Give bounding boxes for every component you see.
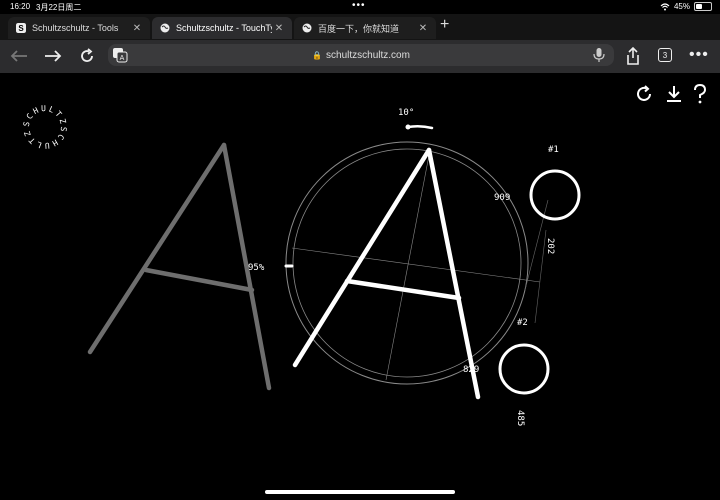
back-arrow-icon[interactable]	[8, 45, 30, 67]
scale-label: 95%	[248, 263, 265, 273]
tab-bar: S Schultzschultz - Tools ✕ Schultzschult…	[0, 14, 720, 40]
tab-label: Schultzschultz - Tools	[32, 23, 119, 33]
help-icon[interactable]	[690, 84, 710, 104]
s-favicon-icon: S	[16, 23, 26, 33]
globe-icon	[160, 23, 170, 33]
value-label-202: 202	[545, 238, 555, 254]
battery-fill	[696, 4, 703, 9]
value-label-829: 829	[463, 365, 479, 375]
status-bar: 16:20 3月22日周二 ••• 45%	[0, 0, 720, 14]
tab-baidu[interactable]: 百度一下，你就知道 ✕	[294, 17, 436, 39]
handle-1[interactable]	[529, 169, 581, 221]
schultz-logo[interactable]: SCHULTZSCHULTZ	[22, 104, 68, 150]
logo-text: SCHULTZSCHULTZ	[22, 104, 66, 150]
value-label-485: 485	[515, 410, 525, 426]
tab-label: 百度一下，你就知道	[318, 23, 400, 34]
forward-arrow-icon[interactable]	[42, 45, 64, 67]
home-indicator[interactable]	[265, 490, 455, 494]
translate-icon[interactable]: A	[112, 47, 128, 63]
microphone-icon[interactable]	[592, 47, 606, 63]
new-tab-plus-icon[interactable]: +	[440, 16, 449, 34]
svg-text:SCHULTZSCHULTZ: SCHULTZSCHULTZ	[22, 104, 68, 150]
lock-icon: 🔒	[312, 50, 323, 60]
wifi-icon	[660, 2, 670, 10]
battery-icon	[694, 2, 712, 11]
handle-2[interactable]	[498, 343, 550, 395]
rotation-label: 10°	[398, 108, 414, 118]
value-label-909: 909	[494, 193, 510, 203]
rotation-guide	[285, 141, 549, 385]
close-icon[interactable]: ✕	[272, 23, 286, 34]
reload-icon[interactable]	[76, 45, 98, 67]
tab-label: Schultzschultz - TouchTy	[176, 23, 272, 33]
status-date: 3月22日周二	[36, 3, 82, 12]
svg-text:A: A	[120, 55, 125, 62]
address-bar[interactable]: 🔒 schultzschultz.com	[108, 44, 614, 66]
handle-1-label: #1	[548, 145, 559, 155]
type-canvas[interactable]: SCHULTZSCHULTZ 10° 95% 909 829 202 485 #…	[0, 73, 720, 500]
rotation-handle-dot[interactable]	[405, 124, 411, 130]
tab-schultz-tools[interactable]: S Schultzschultz - Tools ✕	[8, 17, 150, 39]
refresh-icon[interactable]	[634, 84, 654, 104]
status-time: 16:20	[10, 2, 31, 11]
battery-percent: 45%	[673, 2, 690, 11]
share-icon[interactable]	[622, 45, 644, 67]
status-right: 45%	[660, 2, 712, 11]
close-icon[interactable]: ✕	[416, 23, 430, 34]
rotation-handle[interactable]	[406, 124, 434, 130]
globe-icon	[302, 23, 312, 33]
tab-schultz-touchtype[interactable]: Schultzschultz - TouchTy ✕	[152, 17, 292, 39]
multitask-dots-icon[interactable]: •••	[352, 0, 366, 11]
close-icon[interactable]: ✕	[130, 23, 144, 34]
more-options-icon[interactable]: •••	[689, 46, 709, 64]
handle-2-label: #2	[517, 318, 528, 328]
svg-text:S: S	[18, 24, 24, 33]
url-text: schultzschultz.com	[326, 49, 410, 61]
download-icon[interactable]	[664, 84, 684, 104]
ghost-glyph-a	[87, 142, 272, 391]
tabs-overview-button[interactable]: 3	[658, 48, 672, 62]
